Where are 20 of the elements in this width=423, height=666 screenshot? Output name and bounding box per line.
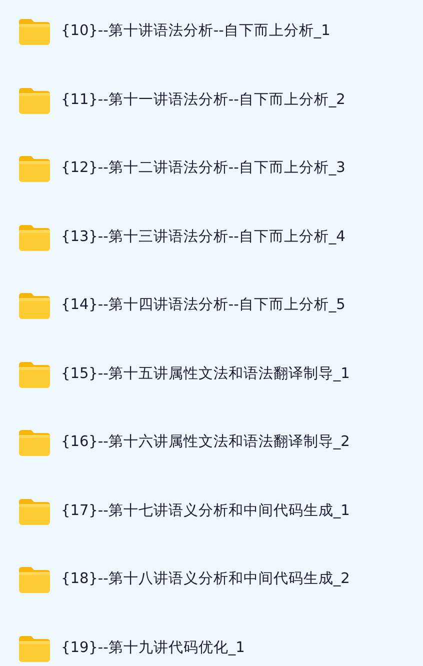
folder-name[interactable]: {12}--第十二讲语法分析--自下而上分析_3	[61, 158, 346, 180]
folder-icon	[18, 498, 51, 526]
folder-name[interactable]: {14}--第十四讲语法分析--自下而上分析_5	[61, 295, 346, 317]
folder-name[interactable]: {10}--第十讲语法分析--自下而上分析_1	[61, 21, 330, 43]
folder-name[interactable]: {15}--第十五讲属性文法和语法翻译制导_1	[61, 364, 350, 386]
folder-icon	[18, 429, 51, 457]
folder-icon	[18, 86, 51, 114]
folder-name[interactable]: {19}--第十九讲代码优化_1	[61, 638, 245, 660]
folder-name[interactable]: {13}--第十三讲语法分析--自下而上分析_4	[61, 226, 346, 248]
folder-name[interactable]: {16}--第十六讲属性文法和语法翻译制导_2	[61, 432, 350, 454]
folder-name[interactable]: {18}--第十八讲语义分析和中间代码生成_2	[61, 569, 350, 591]
folder-icon	[18, 18, 51, 46]
folder-icon	[18, 566, 51, 594]
folder-icon	[18, 360, 51, 388]
folder-icon	[18, 155, 51, 183]
folder-icon	[18, 634, 51, 662]
folder-icon	[18, 292, 51, 320]
folder-name[interactable]: {11}--第十一讲语法分析--自下而上分析_2	[61, 90, 346, 112]
folder-icon	[18, 224, 51, 252]
folder-name[interactable]: {17}--第十七讲语义分析和中间代码生成_1	[61, 500, 350, 522]
